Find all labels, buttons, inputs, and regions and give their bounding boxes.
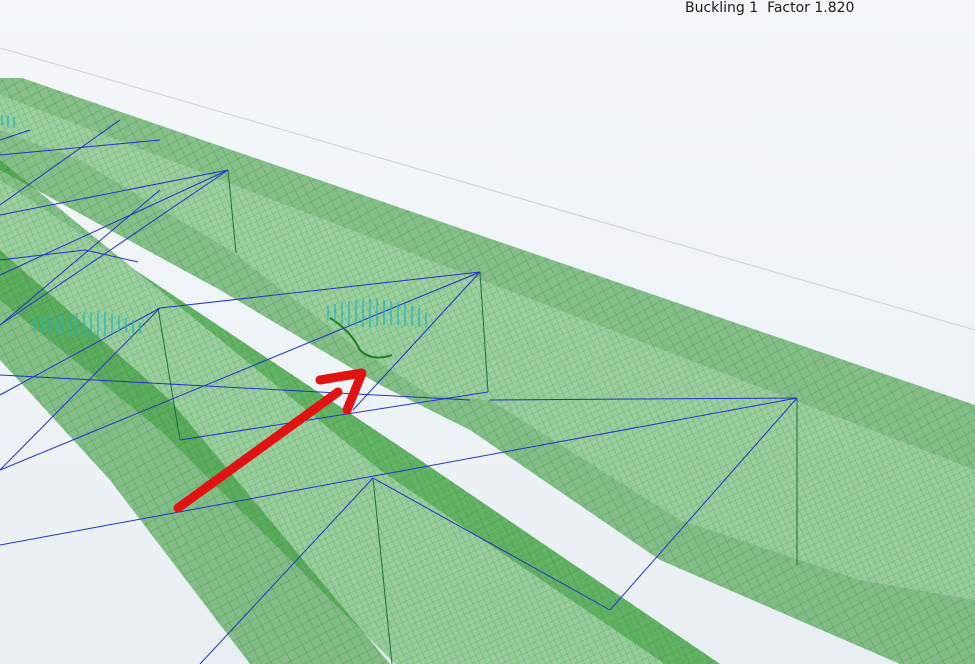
buckling-result-label: Buckling 1 Factor 1.820 [685,0,855,16]
model-viewport[interactable] [0,0,975,664]
